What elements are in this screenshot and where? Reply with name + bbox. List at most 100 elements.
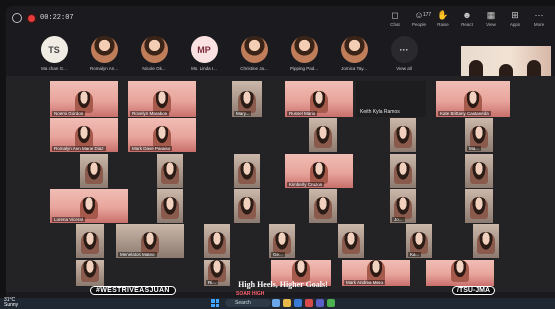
video-tile[interactable] <box>80 154 108 188</box>
participant-video <box>238 197 256 219</box>
participant-avatar[interactable]: Nicole Ok... <box>132 36 176 71</box>
participant-avatar[interactable]: ··· View all <box>382 36 426 71</box>
participant-video <box>394 126 412 148</box>
windows-taskbar: 31°C Sunny Search <box>0 298 555 309</box>
weather-widget[interactable]: 31°C Sunny <box>4 298 18 308</box>
chrome-icon[interactable] <box>327 299 335 307</box>
toolbar-react-button[interactable]: ☻ React <box>455 8 479 30</box>
participant-video <box>464 91 482 113</box>
video-tile[interactable] <box>338 224 364 258</box>
participant-video <box>75 126 93 148</box>
weather-condition: Sunny <box>4 302 19 308</box>
handle-banner: /TSU-JMA <box>452 286 496 295</box>
toolbar-label: More <box>533 22 545 27</box>
participant-video <box>75 91 93 113</box>
video-tile[interactable]: Romalyn Ann Marie Diaz <box>50 118 118 152</box>
video-tile[interactable]: Rovelyn Marabon <box>128 81 196 117</box>
video-tile[interactable] <box>473 224 499 258</box>
participant-video <box>292 260 310 282</box>
participant-name: Ge... <box>271 252 285 257</box>
participant-name: Ms. Linda I... <box>191 66 217 71</box>
participant-avatar[interactable]: MP Ms. Linda I... <box>182 36 226 71</box>
toolbar-label: Chat <box>390 22 400 27</box>
meeting-timer: 00:22:07 <box>40 14 74 22</box>
toolbar-label: View <box>486 22 496 27</box>
toolbar-more-button[interactable]: ⋯ More <box>527 8 551 30</box>
participant-video <box>477 232 495 254</box>
folder-icon[interactable] <box>283 299 291 307</box>
toolbar-label: Raise <box>437 22 449 27</box>
avatar <box>140 36 168 63</box>
video-tile[interactable] <box>465 189 493 223</box>
video-tile[interactable]: Menelatos Mateo <box>116 224 184 258</box>
toolbar-raise-button[interactable]: ✋ Raise <box>431 8 455 30</box>
teams-icon[interactable] <box>316 299 324 307</box>
participant-video <box>141 232 159 254</box>
video-tile[interactable]: Ri... <box>204 260 230 286</box>
video-tile[interactable]: Ge... <box>269 224 295 258</box>
toolbar-label: React <box>461 22 473 27</box>
video-tile[interactable] <box>76 260 104 286</box>
file-explorer-icon[interactable] <box>272 299 280 307</box>
video-tile[interactable]: Mark Dave Paraiso <box>128 118 196 152</box>
participant-name: Kate Brittany Castaneda <box>438 111 491 116</box>
video-tile[interactable] <box>390 118 416 152</box>
app-icon[interactable] <box>305 299 313 307</box>
participant-name: Pipping Pad... <box>289 66 319 71</box>
participant-video <box>410 232 428 254</box>
video-tile[interactable] <box>390 154 416 188</box>
participant-video <box>367 260 385 282</box>
meeting-toolbar: 00:22:07 ◻ Chat ☺ 177 People ✋ Raise ☻ React ▦ Vie… <box>6 6 555 30</box>
video-tile[interactable]: Noemi Gordon <box>50 81 118 117</box>
more-icon: ⋯ <box>534 10 544 20</box>
toolbar-people-button[interactable]: ☺ 177 People <box>407 8 431 30</box>
video-tile[interactable] <box>234 154 260 188</box>
participant-avatar[interactable]: Christine Ja... <box>232 36 276 71</box>
video-tile[interactable] <box>204 224 230 258</box>
participant-name: Kimberly Cruzon <box>287 182 325 187</box>
video-tile[interactable]: Kimberly Cruzon <box>285 154 353 188</box>
participant-avatar[interactable]: Romalyn An... <box>82 36 126 71</box>
video-tile[interactable]: Ka... <box>406 224 432 258</box>
apps-icon: ⊞ <box>511 10 519 20</box>
participant-video <box>310 91 328 113</box>
participant-avatar[interactable]: TS Ma chan G... <box>32 36 76 71</box>
edge-icon[interactable] <box>294 299 302 307</box>
video-tile[interactable]: Kate Brittany Castaneda <box>436 81 510 117</box>
video-tile[interactable]: Lorena Viceral <box>50 189 128 223</box>
video-tile[interactable] <box>157 154 183 188</box>
video-tile-off[interactable]: Keith Kyla Ramos <box>356 81 426 117</box>
video-tile[interactable] <box>76 224 104 258</box>
slogan-text: High Heels, Higher Goals! <box>238 280 328 289</box>
hashtag-banner: #WESTRIVEASJUAN <box>90 286 176 295</box>
video-tile[interactable]: Jo... <box>390 189 416 223</box>
windows-start-icon[interactable] <box>211 299 219 307</box>
video-tile[interactable] <box>234 189 260 223</box>
participant-avatar[interactable]: Jomica Tay... <box>332 36 376 71</box>
avatar <box>340 36 368 63</box>
video-tile[interactable]: Ma... <box>465 118 493 152</box>
participant-video <box>161 197 179 219</box>
taskbar-search[interactable]: Search <box>225 299 271 307</box>
video-tile[interactable] <box>157 189 183 223</box>
video-tile[interactable] <box>465 154 493 188</box>
participant-name: Christine Ja... <box>240 66 268 71</box>
shield-icon <box>12 13 22 23</box>
participant-video <box>161 162 179 184</box>
participant-name: Mark Andrea Mero <box>344 280 386 285</box>
toolbar-view-button[interactable]: ▦ View <box>479 8 503 30</box>
view-icon: ▦ <box>486 10 496 20</box>
video-tile[interactable] <box>426 260 494 286</box>
video-tile[interactable] <box>309 189 337 223</box>
participant-name: View all <box>396 66 412 71</box>
video-tile[interactable] <box>309 118 337 152</box>
participant-avatar[interactable]: Pipping Pad... <box>282 36 326 71</box>
toolbar-apps-button[interactable]: ⊞ Apps <box>503 8 527 30</box>
video-tile[interactable]: Mark Andrea Mero <box>342 260 410 286</box>
participant-video <box>394 162 412 184</box>
video-tile[interactable]: Mary... <box>232 81 262 117</box>
toolbar-chat-button[interactable]: ◻ Chat <box>383 8 407 30</box>
participant-video <box>81 232 99 254</box>
video-tile[interactable]: Russel Mario <box>285 81 353 117</box>
participant-video <box>238 91 256 113</box>
